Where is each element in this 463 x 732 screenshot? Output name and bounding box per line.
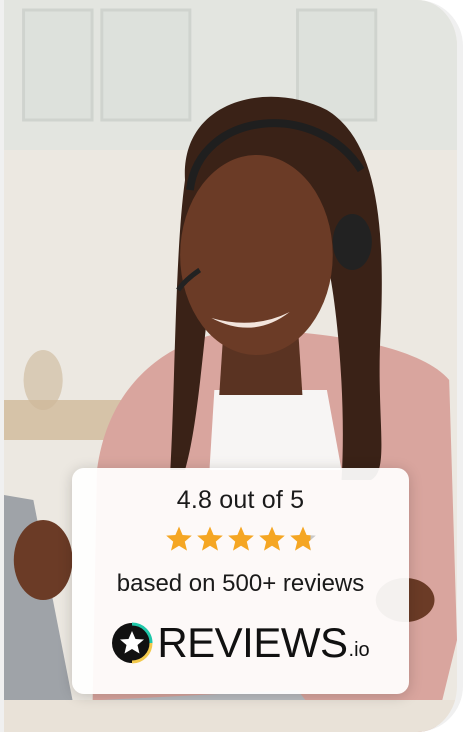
star-rating bbox=[72, 525, 409, 553]
review-card: 4.8 out of 5 based on 500+ reviews REVIE… bbox=[0, 0, 463, 732]
rating-widget: 4.8 out of 5 based on 500+ reviews REVIE… bbox=[72, 468, 409, 694]
reviews-io-logo[interactable]: REVIEWS .io bbox=[72, 618, 409, 668]
brand-suffix: .io bbox=[348, 639, 370, 661]
star-icon bbox=[165, 526, 192, 551]
review-count-text: based on 500+ reviews bbox=[116, 570, 365, 597]
brand-name: REVIEWS bbox=[157, 619, 348, 666]
star-icon bbox=[289, 526, 316, 551]
rating-score-text: 4.8 out of 5 bbox=[176, 486, 305, 514]
reviews-io-star-icon bbox=[112, 622, 153, 664]
star-icon bbox=[196, 526, 223, 551]
star-icon bbox=[227, 526, 254, 551]
star-icon bbox=[258, 526, 285, 551]
